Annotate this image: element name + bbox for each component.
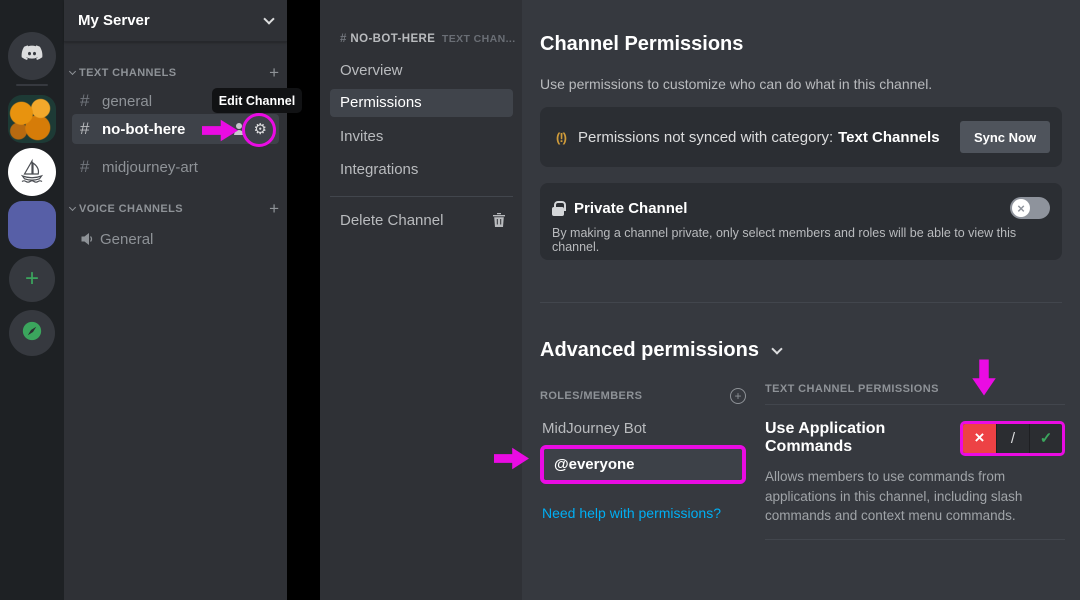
page-subtitle: Use permissions to customize who can do …	[540, 76, 932, 92]
annotation-box-everyone: @everyone	[540, 445, 746, 484]
sync-warning-icon: (!)	[556, 130, 566, 145]
text-channel-permissions-header: TEXT CHANNEL PERMISSIONS	[765, 383, 1065, 395]
private-channel-card: Private Channel × By making a channel pr…	[540, 183, 1062, 260]
hash-icon: #	[80, 119, 98, 139]
deny-button[interactable]: ×	[963, 424, 996, 453]
server-name: My Server	[78, 12, 150, 29]
settings-nav-divider	[330, 196, 513, 197]
toggle-knob-x-icon: ×	[1012, 199, 1030, 217]
annotation-circle-gear	[242, 113, 276, 147]
channel-name: no-bot-here	[102, 121, 185, 138]
server-header[interactable]: My Server	[64, 0, 287, 42]
channel-item-midjourney-art[interactable]: # midjourney-art	[72, 153, 279, 181]
chevron-down-icon	[771, 343, 782, 354]
chevron-down-icon	[263, 13, 274, 24]
settings-channel-name: NO-BOT-HERE	[350, 33, 435, 45]
channel-item-voice-general[interactable]: General	[72, 225, 279, 253]
add-server-button[interactable]: +	[9, 256, 55, 302]
sync-warning-banner: (!) Permissions not synced with category…	[540, 107, 1062, 167]
roles-members-column: ROLES/MEMBERS + MidJourney Bot @everyone	[540, 388, 746, 484]
roles-members-header: ROLES/MEMBERS	[540, 390, 642, 402]
discord-app: + My Server TEXT CHANNELS + # general # …	[0, 0, 1080, 600]
explore-servers-button[interactable]	[9, 310, 55, 356]
add-channel-button[interactable]: +	[269, 200, 279, 217]
private-channel-label: Private Channel	[574, 200, 687, 217]
delete-channel-label: Delete Channel	[340, 212, 443, 229]
section-label: VOICE CHANNELS	[79, 203, 183, 215]
chevron-down-icon	[69, 67, 76, 74]
permission-description: Allows members to use commands from appl…	[765, 467, 1063, 526]
server-icon-flowers[interactable]	[8, 95, 56, 143]
voice-channels-section-header[interactable]: VOICE CHANNELS +	[70, 200, 279, 217]
sailboat-icon	[16, 154, 48, 191]
discord-home-button[interactable]	[8, 32, 56, 80]
plus-icon: +	[25, 267, 39, 291]
advanced-permissions-title[interactable]: Advanced permissions	[540, 339, 781, 362]
server-icon-midjourney[interactable]	[8, 148, 56, 196]
discord-logo-icon	[19, 41, 45, 72]
lock-icon	[552, 201, 564, 216]
server-rail: +	[0, 0, 64, 600]
channel-name: General	[100, 231, 153, 248]
delete-channel-button[interactable]: Delete Channel	[330, 206, 513, 234]
private-channel-toggle[interactable]: ×	[1010, 197, 1050, 219]
role-item-everyone[interactable]: @everyone	[544, 449, 742, 480]
settings-channel-category: TEXT CHAN...	[442, 33, 516, 45]
channel-permissions-column: TEXT CHANNEL PERMISSIONS Use Application…	[765, 383, 1065, 540]
trash-icon	[493, 213, 505, 227]
page-title: Channel Permissions	[540, 33, 743, 56]
settings-tab-permissions[interactable]: Permissions	[330, 89, 513, 117]
chevron-down-icon	[69, 203, 76, 210]
permissions-divider	[765, 404, 1065, 405]
settings-content: Channel Permissions Use permissions to c…	[522, 0, 1080, 600]
permissions-help-link[interactable]: Need help with permissions?	[542, 505, 721, 521]
settings-nav-header: # NO-BOT-HERE TEXT CHAN...	[340, 33, 516, 45]
advanced-permissions-label: Advanced permissions	[540, 339, 759, 362]
rail-divider	[16, 84, 48, 86]
annotation-box-permission-control: × / ✓	[960, 421, 1065, 456]
hash-icon: #	[80, 157, 98, 177]
hash-icon: #	[340, 33, 347, 45]
neutral-button[interactable]: /	[996, 424, 1029, 453]
sync-now-button[interactable]: Sync Now	[960, 121, 1050, 153]
allow-button[interactable]: ✓	[1029, 424, 1062, 453]
private-channel-description: By making a channel private, only select…	[552, 226, 1050, 254]
channel-name: general	[102, 93, 152, 110]
compass-icon	[21, 320, 43, 347]
section-divider	[540, 302, 1062, 303]
add-channel-button[interactable]: +	[269, 64, 279, 81]
edit-channel-tooltip: Edit Channel	[212, 88, 302, 113]
permission-name: Use Application Commands	[765, 420, 960, 456]
add-role-icon[interactable]: +	[730, 388, 746, 404]
role-item-midjourney-bot[interactable]: MidJourney Bot	[540, 420, 746, 437]
server-icon-purple[interactable]	[8, 201, 56, 249]
sync-message: Permissions not synced with category:	[578, 129, 833, 146]
settings-tab-invites[interactable]: Invites	[330, 123, 513, 151]
section-label: TEXT CHANNELS	[79, 67, 176, 79]
settings-tab-overview[interactable]: Overview	[330, 57, 513, 85]
hash-icon: #	[80, 91, 98, 111]
speaker-icon	[80, 232, 96, 246]
permissions-divider	[765, 539, 1065, 540]
settings-tab-integrations[interactable]: Integrations	[330, 156, 513, 184]
sync-category-name: Text Channels	[838, 129, 939, 146]
text-channels-section-header[interactable]: TEXT CHANNELS +	[70, 64, 279, 81]
channel-settings-nav: # NO-BOT-HERE TEXT CHAN... Overview Perm…	[320, 0, 522, 600]
channel-name: midjourney-art	[102, 159, 198, 176]
